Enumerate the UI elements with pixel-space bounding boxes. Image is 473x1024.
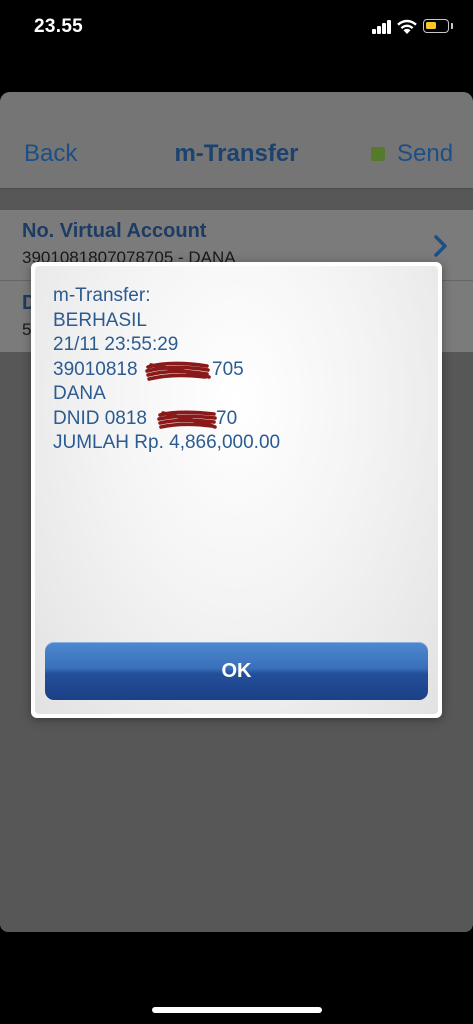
send-button[interactable]: Send — [397, 140, 453, 168]
message-line-dnid: DNID 0818 70 — [53, 407, 423, 432]
ok-button[interactable]: OK — [45, 642, 428, 700]
message-line-title: m-Transfer: — [53, 285, 151, 306]
dnid-suffix: 70 — [216, 407, 238, 429]
status-bar: 23.55 — [0, 0, 473, 60]
message-line-datetime: 21/11 23:55:29 — [53, 334, 179, 355]
battery-nub — [451, 23, 453, 29]
status-time: 23.55 — [34, 16, 84, 37]
battery-level — [426, 22, 436, 29]
home-indicator[interactable] — [152, 1007, 322, 1013]
message-line-account: 39010818 705 — [53, 358, 423, 383]
transfer-result-dialog: m-Transfer: BERHASIL 21/11 23:55:29 3901… — [31, 262, 442, 718]
virtual-account-label: No. Virtual Account — [22, 220, 207, 242]
message-line-provider: DANA — [53, 383, 106, 404]
account-number-prefix: 39010818 — [53, 358, 138, 380]
redaction-scribble — [145, 361, 211, 381]
account-number-suffix: 705 — [212, 358, 244, 380]
battery-icon — [423, 19, 449, 33]
wifi-icon — [397, 19, 417, 34]
dnid-prefix: DNID 0818 — [53, 407, 147, 429]
redaction-scribble — [157, 409, 217, 429]
message-line-status: BERHASIL — [53, 309, 147, 331]
cellular-signal-icon — [372, 20, 392, 34]
message-line-amount: JUMLAH Rp. 4,866,000.00 — [53, 432, 281, 453]
dialog-body: m-Transfer: BERHASIL 21/11 23:55:29 3901… — [35, 266, 438, 714]
navigation-bar: Back m-Transfer Send — [0, 92, 473, 189]
send-status-indicator — [371, 147, 385, 161]
chevron-right-icon[interactable] — [433, 234, 449, 258]
dialog-message: m-Transfer: BERHASIL 21/11 23:55:29 3901… — [53, 284, 423, 456]
phone-screen: 23.55 Back m-Transfer Send No. Virtual A… — [0, 0, 473, 1024]
